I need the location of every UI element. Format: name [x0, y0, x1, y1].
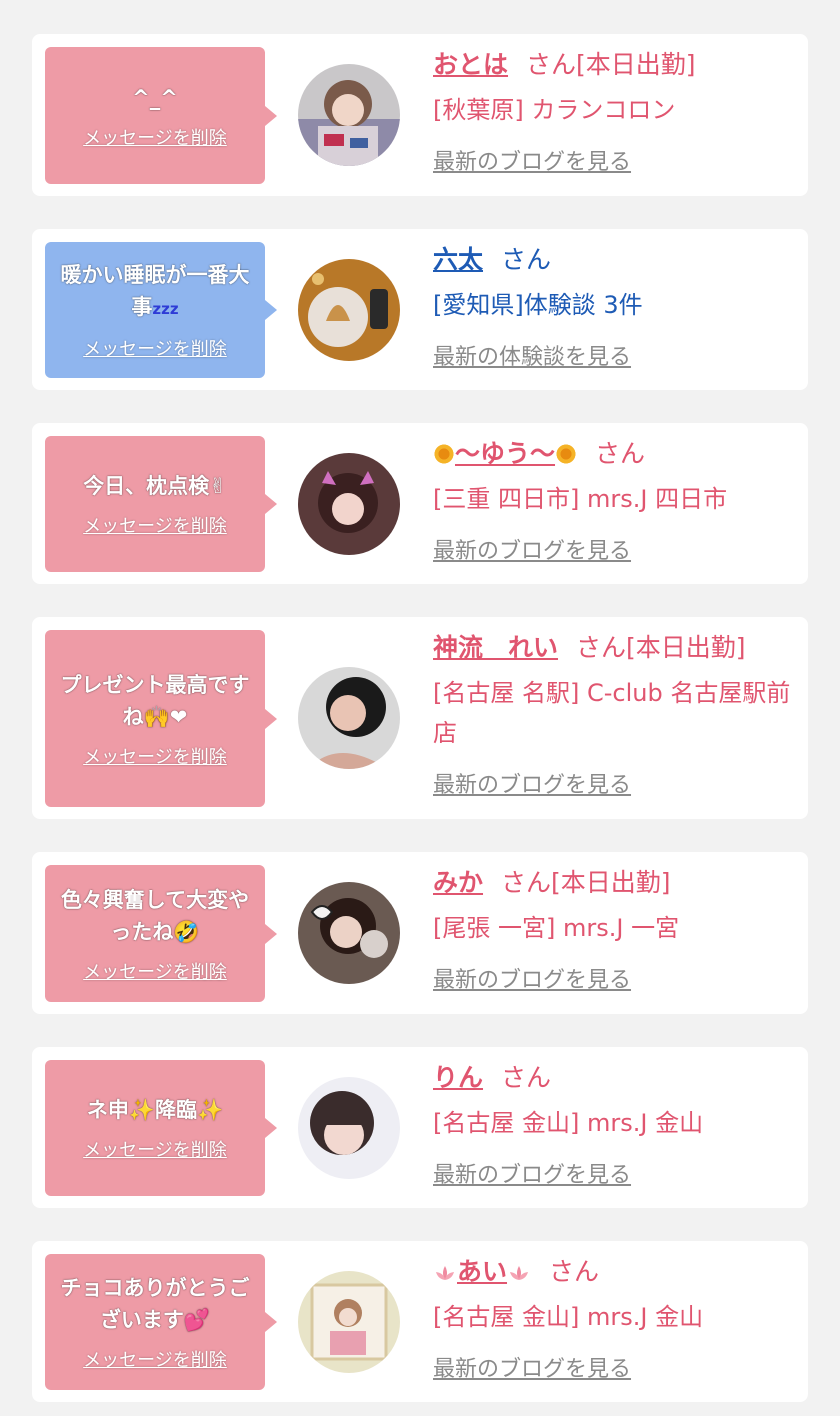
profile-name-link[interactable]: あい [433, 1257, 531, 1286]
shop-info: [名古屋 名駅] C-club 名古屋駅前店 [433, 679, 791, 747]
avatar[interactable] [298, 667, 400, 769]
message-card: ^_^ メッセージを削除 おとは さん[本日出勤] [秋葉原] カランコロン 最新… [32, 34, 808, 196]
latest-blog-link[interactable]: 最新のブログを見る [433, 533, 631, 565]
message-bubble: プレゼント最高ですね🙌❤ メッセージを削除 [45, 630, 277, 807]
latest-review-link[interactable]: 最新の体験談を見る [433, 339, 631, 371]
name-suffix: さん[本日出勤] [501, 868, 671, 897]
message-bubble: ^_^ メッセージを削除 [45, 47, 277, 184]
message-text: 暖かい睡眠が一番大事zzz [53, 259, 257, 325]
message-card: 暖かい睡眠が一番大事zzz メッセージを削除 六太 さん [愛知県]体験談 3件 … [32, 229, 808, 390]
message-text: ネ申✨降臨✨ [86, 1098, 224, 1122]
profile-name-link[interactable]: みか [433, 868, 483, 897]
info-block: みか さん[本日出勤] [尾張 一宮] mrs.J 一宮 最新のブログを見る [433, 866, 792, 994]
name-suffix: さん[本日出勤] [526, 50, 696, 79]
name-suffix: さん [549, 1257, 600, 1286]
delete-message-link[interactable]: メッセージを削除 [83, 124, 227, 150]
message-card: 色々興奮して大変やったね🤣 メッセージを削除 みか さん[本日出勤] [尾張 一宮… [32, 852, 808, 1014]
message-text: チョコありがとうございます💕 [60, 1276, 250, 1332]
message-card: 今日、枕点検✌ メッセージを削除 ～ゆう～ さん [三重 四日市] mrs.J 四… [32, 423, 808, 584]
latest-blog-link[interactable]: 最新のブログを見る [433, 1157, 631, 1189]
avatar[interactable] [298, 259, 400, 361]
profile-name-link[interactable]: おとは [433, 50, 508, 79]
profile-name-text: ～ゆう～ [455, 439, 556, 468]
delete-message-link[interactable]: メッセージを削除 [83, 743, 227, 769]
name-suffix: さん [501, 245, 552, 274]
lotus-icon [510, 1266, 529, 1280]
message-bubble: 暖かい睡眠が一番大事zzz メッセージを削除 [45, 242, 277, 378]
shop-info: [尾張 一宮] mrs.J 一宮 [433, 914, 680, 942]
shop-info: [名古屋 金山] mrs.J 金山 [433, 1109, 704, 1137]
shop-info: [愛知県]体験談 3件 [433, 291, 643, 319]
info-block: 六太 さん [愛知県]体験談 3件 最新の体験談を見る [433, 243, 792, 371]
shop-info: [名古屋 金山] mrs.J 金山 [433, 1303, 704, 1331]
message-card: プレゼント最高ですね🙌❤ メッセージを削除 神流 れい さん[本日出勤] [名古屋… [32, 617, 808, 819]
profile-name-link[interactable]: 神流 れい [433, 633, 558, 662]
profile-name-link[interactable]: ～ゆう～ [433, 439, 578, 468]
info-block: りん さん [名古屋 金山] mrs.J 金山 最新のブログを見る [433, 1061, 792, 1189]
sunflower-icon [555, 443, 578, 465]
message-text: 今日、枕点検✌ [83, 474, 227, 498]
latest-blog-link[interactable]: 最新のブログを見る [433, 144, 631, 176]
delete-message-link[interactable]: メッセージを削除 [83, 512, 227, 538]
message-card: チョコありがとうございます💕 メッセージを削除 あい さん [名古屋 金山] mr… [32, 1241, 808, 1402]
info-block: 神流 れい さん[本日出勤] [名古屋 名駅] C-club 名古屋駅前店 最新の… [433, 631, 792, 799]
avatar[interactable] [298, 1271, 400, 1373]
sunflower-icon [433, 443, 455, 465]
message-bubble: ネ申✨降臨✨ メッセージを削除 [45, 1060, 277, 1196]
delete-message-link[interactable]: メッセージを削除 [83, 335, 227, 361]
delete-message-link[interactable]: メッセージを削除 [83, 1346, 227, 1372]
delete-message-link[interactable]: メッセージを削除 [83, 1136, 227, 1162]
message-bubble: 色々興奮して大変やったね🤣 メッセージを削除 [45, 865, 277, 1002]
avatar[interactable] [298, 882, 400, 984]
avatar[interactable] [298, 1077, 400, 1179]
message-text: プレゼント最高ですね🙌❤ [60, 672, 250, 729]
name-suffix: さん [501, 1063, 552, 1092]
message-text: ^_^ [132, 85, 178, 110]
profile-name-text: あい [457, 1257, 508, 1286]
shop-info: [三重 四日市] mrs.J 四日市 [433, 485, 728, 513]
message-list: ^_^ メッセージを削除 おとは さん[本日出勤] [秋葉原] カランコロン 最新… [0, 0, 840, 1416]
latest-blog-link[interactable]: 最新のブログを見る [433, 962, 631, 994]
info-block: あい さん [名古屋 金山] mrs.J 金山 最新のブログを見る [433, 1255, 792, 1383]
name-suffix: さん[本日出勤] [576, 633, 746, 662]
info-block: ～ゆう～ さん [三重 四日市] mrs.J 四日市 最新のブログを見る [433, 437, 792, 565]
latest-blog-link[interactable]: 最新のブログを見る [433, 1351, 631, 1383]
message-bubble: チョコありがとうございます💕 メッセージを削除 [45, 1254, 277, 1390]
latest-blog-link[interactable]: 最新のブログを見る [433, 767, 631, 799]
profile-name-link[interactable]: りん [433, 1063, 483, 1092]
message-text: 色々興奮して大変やったね🤣 [60, 887, 250, 944]
lotus-icon [436, 1266, 454, 1280]
message-card: ネ申✨降臨✨ メッセージを削除 りん さん [名古屋 金山] mrs.J 金山 最… [32, 1047, 808, 1208]
shop-info: [秋葉原] カランコロン [433, 96, 676, 124]
delete-message-link[interactable]: メッセージを削除 [83, 958, 227, 984]
profile-name-link[interactable]: 六太 [433, 245, 483, 274]
name-suffix: さん [595, 439, 646, 468]
avatar[interactable] [298, 64, 400, 166]
info-block: おとは さん[本日出勤] [秋葉原] カランコロン 最新のブログを見る [433, 48, 792, 176]
message-bubble: 今日、枕点検✌ メッセージを削除 [45, 436, 277, 572]
avatar[interactable] [298, 453, 400, 555]
message-text-zzz: zzz [152, 300, 179, 318]
